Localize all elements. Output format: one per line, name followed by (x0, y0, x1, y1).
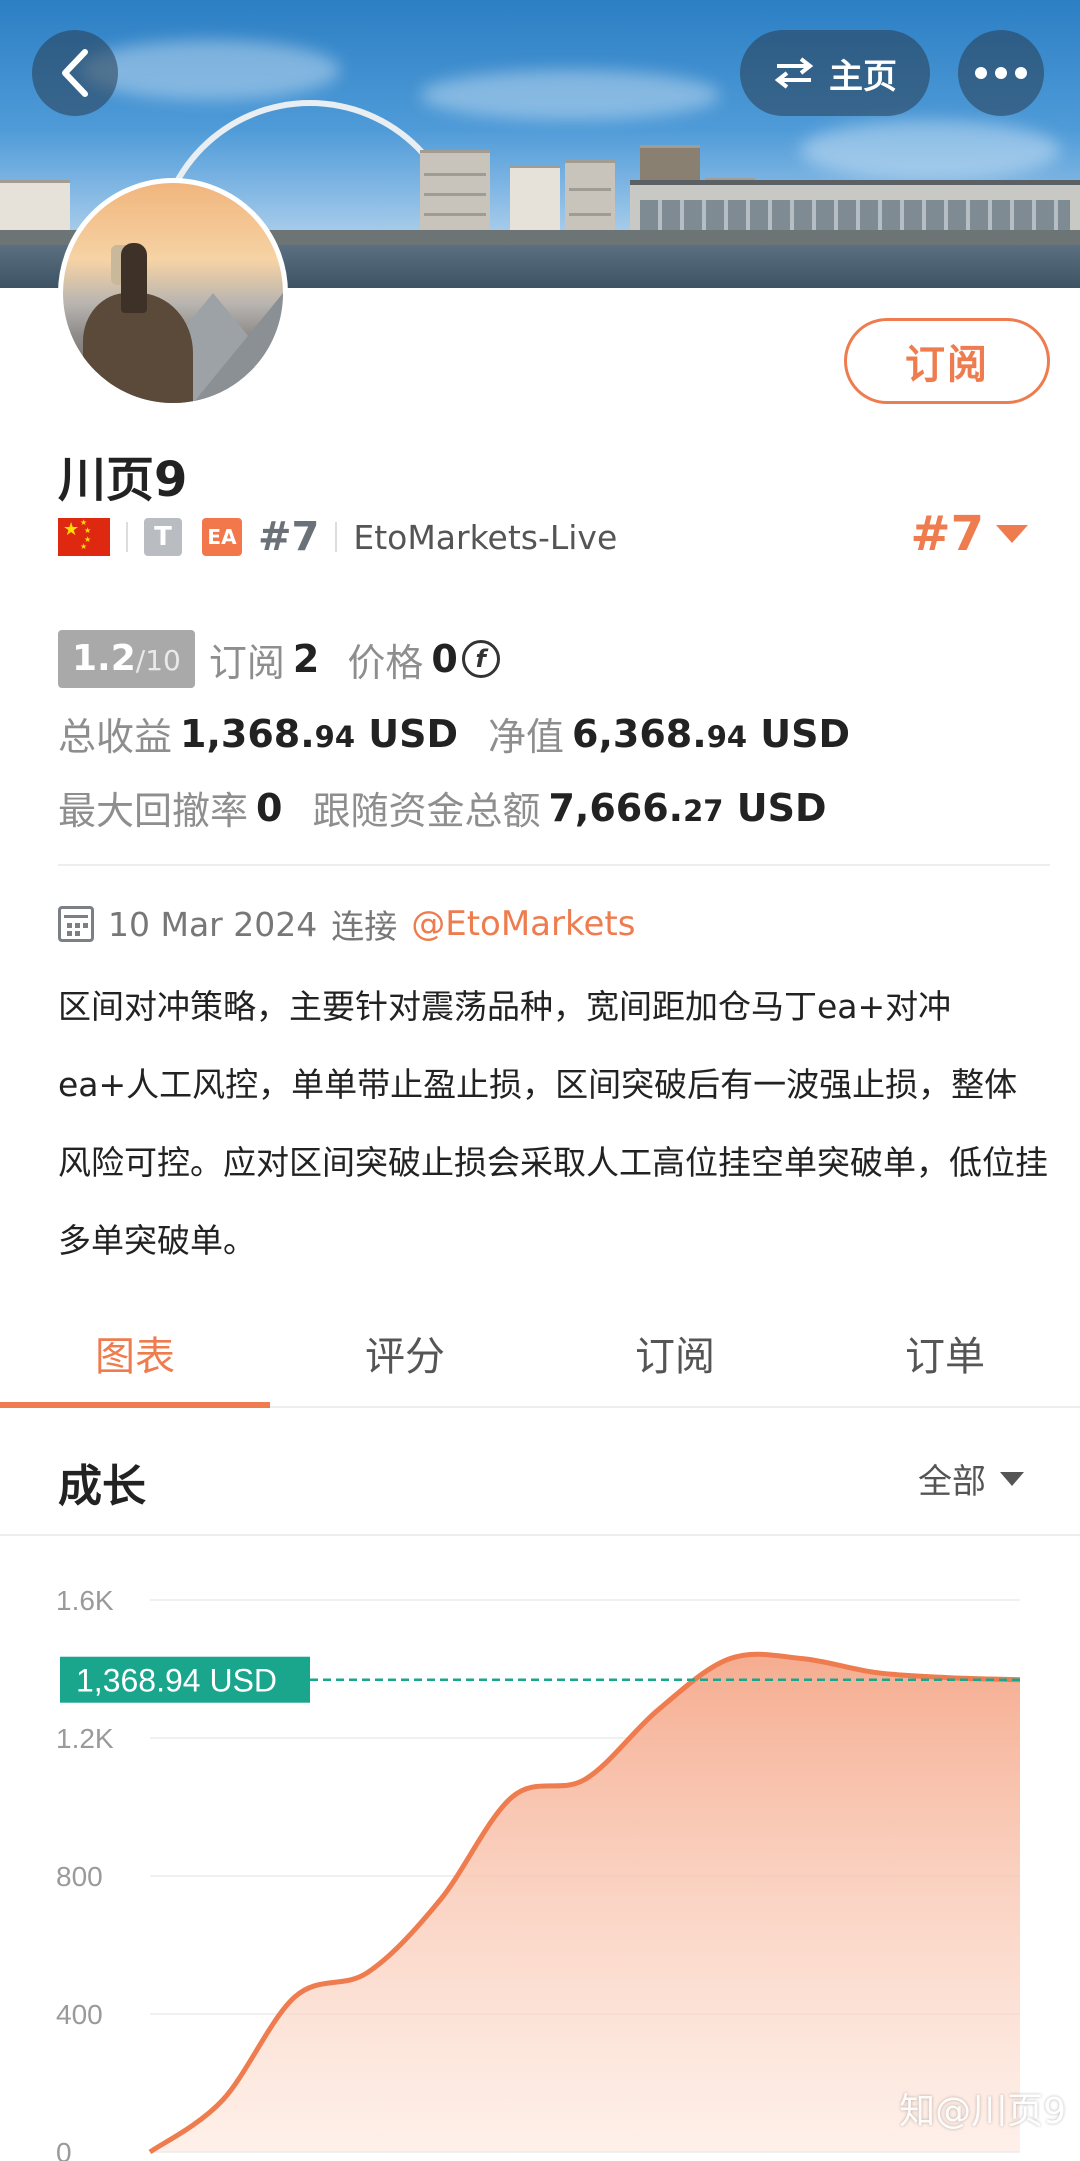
net-value-value: 6,368.94 USD (572, 712, 850, 756)
tab-orders[interactable]: 订单 (810, 1300, 1080, 1406)
y-tick-label: 400 (56, 1999, 103, 2030)
badge-t: T (144, 518, 182, 556)
home-switch-button[interactable]: 主页 (740, 30, 930, 116)
back-button[interactable] (32, 30, 118, 116)
broker-link[interactable]: @EtoMarkets (411, 904, 635, 944)
y-tick-label: 800 (56, 1861, 103, 1892)
china-flag-icon: ★ ★ ★ ★ ★ (58, 518, 110, 556)
stats-row-score: 1.2 /10 订阅 2 价格 0 f (58, 630, 1058, 688)
follow-total-label: 跟随资金总额 (312, 789, 541, 833)
chevron-left-icon (62, 49, 88, 97)
coin-icon: f (461, 640, 500, 678)
follow-total-int: 7,666. (548, 785, 684, 830)
connect-label: 连接 (331, 907, 398, 946)
range-label: 全部 (918, 1462, 986, 1502)
score-max: /10 (135, 644, 181, 677)
subscribe-count-value: 2 (292, 637, 320, 681)
tab-chart[interactable]: 图表 (0, 1300, 270, 1408)
watermark: 知@川页9 (899, 2091, 1066, 2132)
net-value-dec: 94 (706, 719, 748, 754)
y-tick-label: 1.2K (56, 1723, 114, 1754)
calendar-icon (58, 906, 94, 942)
caret-down-icon (1000, 1471, 1024, 1486)
more-dot-icon (1015, 67, 1027, 79)
net-value-label: 净值 (488, 715, 565, 759)
trader-name: 川页9 (58, 452, 188, 508)
caret-down-icon (996, 525, 1028, 543)
growth-area (150, 1654, 1020, 2152)
growth-header: 成长 全部 (0, 1410, 1080, 1536)
strategy-description: 区间对冲策略，主要针对震荡品种，宽间距加仓马丁ea+对冲ea+人工风控，单单带止… (58, 987, 1048, 1260)
rank-dropdown[interactable]: #7 (910, 506, 1028, 562)
rank-value: #7 (910, 506, 984, 562)
subscribe-count-label: 订阅 (208, 640, 285, 685)
net-value-unit: USD (760, 711, 851, 756)
score-value: 1.2 (72, 638, 136, 679)
stats-row-profit: 总收益 1,368.94 USD 净值 6,368.94 USD (58, 706, 1058, 761)
tab-bar: 图表 评分 订阅 订单 (0, 1300, 1080, 1408)
current-value-label: 1,368.94 USD (76, 1663, 277, 1699)
swap-icon (774, 57, 814, 89)
tab-rating[interactable]: 评分 (270, 1300, 540, 1406)
total-profit-dec: 94 (314, 719, 356, 754)
connect-date: 10 Mar 2024 (108, 904, 318, 944)
follow-total-value: 7,666.27 USD (548, 786, 826, 830)
more-dot-icon (975, 67, 987, 79)
max-drawdown-label: 最大回撤率 (58, 789, 249, 833)
badge-ea: EA (202, 518, 242, 556)
divider (335, 522, 338, 552)
trader-badges: ★ ★ ★ ★ ★ T EA #7 EtoMarkets-Live (58, 514, 617, 560)
more-dot-icon (995, 67, 1007, 79)
price-label: 价格 (347, 640, 424, 685)
home-label: 主页 (829, 56, 897, 97)
total-profit-label: 总收益 (58, 715, 173, 759)
avatar[interactable] (58, 178, 288, 408)
tab-subscriptions[interactable]: 订阅 (540, 1300, 810, 1406)
follow-total-dec: 27 (683, 793, 724, 828)
broker-name: EtoMarkets-Live (353, 517, 618, 557)
subscribe-button[interactable]: 订阅 (844, 318, 1050, 404)
connect-row: 10 Mar 2024 连接 @EtoMarkets (58, 900, 635, 948)
range-dropdown[interactable]: 全部 (918, 1454, 1024, 1503)
follow-total-unit: USD (736, 785, 827, 830)
y-tick-label: 1.6K (56, 1585, 114, 1616)
net-value-int: 6,368. (572, 711, 707, 756)
total-profit-unit: USD (368, 711, 459, 756)
total-profit-value: 1,368.94 USD (180, 712, 458, 756)
price-value: 0 (431, 637, 458, 681)
growth-title: 成长 (58, 1461, 146, 1512)
total-profit-int: 1,368. (180, 711, 315, 756)
growth-chart[interactable]: 0 400 800 1.2K 1.6K 1,368.94 USD (0, 1560, 1080, 2161)
y-tick-label: 0 (56, 2137, 72, 2161)
score-badge: 1.2 /10 (58, 630, 195, 688)
subscribe-button-label: 订阅 (905, 342, 989, 388)
divider (126, 522, 128, 552)
more-button[interactable] (958, 30, 1044, 116)
stats-row-drawdown: 最大回撤率 0 跟随资金总额 7,666.27 USD (58, 780, 1058, 835)
rank-label: #7 (258, 514, 320, 560)
max-drawdown-value: 0 (256, 785, 283, 830)
divider (58, 864, 1050, 866)
